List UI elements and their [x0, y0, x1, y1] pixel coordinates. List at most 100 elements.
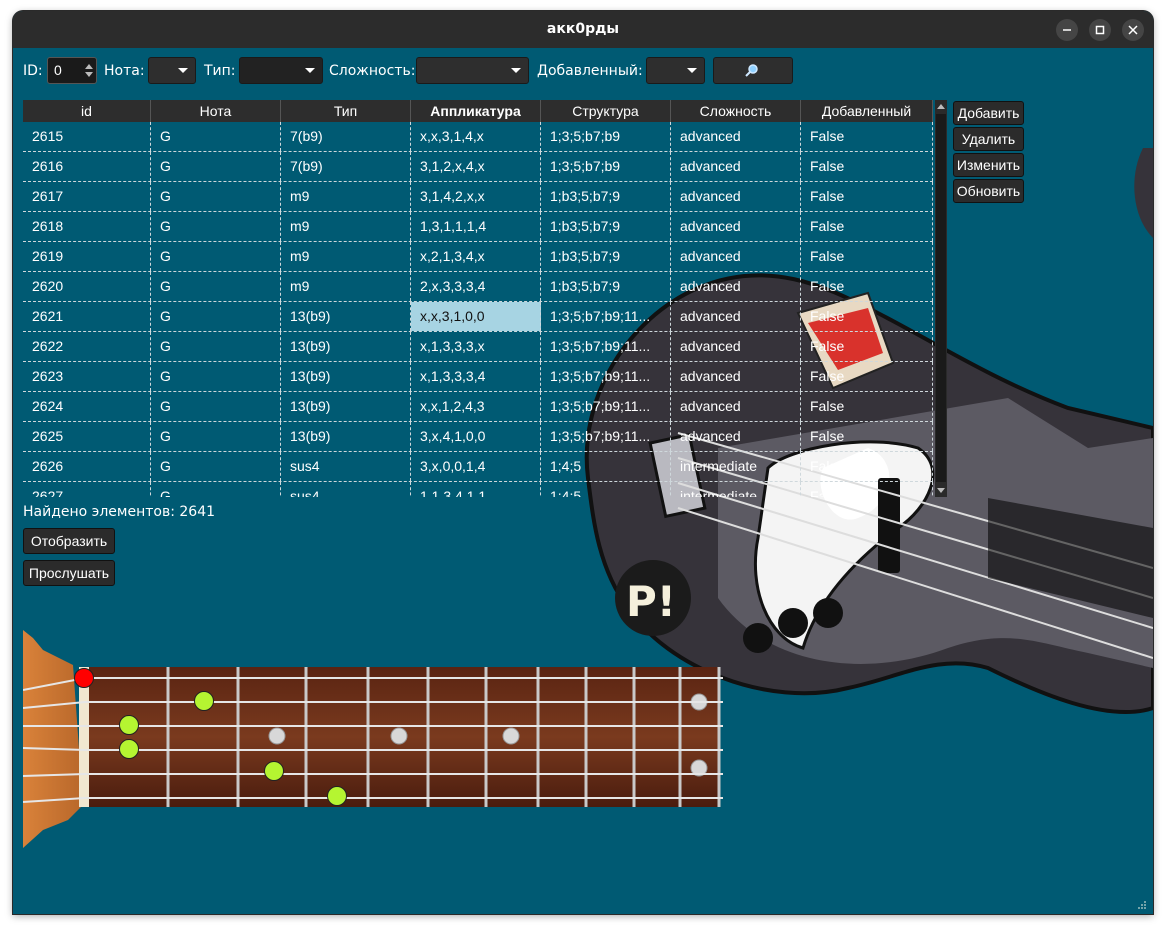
cell-added[interactable]: False	[801, 452, 933, 481]
cell-fingering[interactable]: x,x,3,1,0,0	[411, 302, 541, 331]
delete-button[interactable]: Удалить	[953, 127, 1024, 151]
cell-type[interactable]: m9	[281, 242, 411, 271]
cell-note[interactable]: G	[151, 242, 281, 271]
cell-type[interactable]: 13(b9)	[281, 392, 411, 421]
cell-fingering[interactable]: 3,1,4,2,x,x	[411, 182, 541, 211]
cell-structure[interactable]: 1;b3;5;b7;9	[541, 212, 671, 241]
scrollbar-thumb[interactable]	[936, 114, 946, 482]
cell-id[interactable]: 2626	[23, 452, 151, 481]
cell-fingering[interactable]: x,2,1,3,4,x	[411, 242, 541, 271]
cell-note[interactable]: G	[151, 362, 281, 391]
cell-type[interactable]: 13(b9)	[281, 362, 411, 391]
cell-note[interactable]: G	[151, 452, 281, 481]
cell-structure[interactable]: 1;3;5;b7;b9	[541, 152, 671, 181]
table-row[interactable]: 2620 Gm9 2,x,3,3,3,4 1;b3;5;b7;9 advanced Fal…	[23, 272, 933, 302]
column-header-difficulty[interactable]: Сложность	[671, 100, 801, 122]
cell-difficulty[interactable]: advanced	[671, 242, 801, 271]
cell-added[interactable]: False	[801, 212, 933, 241]
cell-type[interactable]: sus4	[281, 452, 411, 481]
cell-id[interactable]: 2618	[23, 212, 151, 241]
cell-added[interactable]: False	[801, 302, 933, 331]
table-row[interactable]: 2624 G 13(b9) x,x,1,2,4,3 1;3;5;b7;b9;11... a…	[23, 392, 933, 422]
column-header-type[interactable]: Тип	[281, 100, 411, 122]
cell-difficulty[interactable]: intermediate	[671, 482, 801, 497]
table-row[interactable]: 2623 G 13(b9) x,1,3,3,3,4 1;3;5;b7;b9;11... a…	[23, 362, 933, 392]
table-row[interactable]: 2621 G 13(b9) x,x,3,1,0,0 1;3;5;b7;b9;11... a…	[23, 302, 933, 332]
note-combobox[interactable]	[148, 57, 196, 84]
cell-added[interactable]: False	[801, 182, 933, 211]
cell-type[interactable]: 13(b9)	[281, 302, 411, 331]
cell-fingering[interactable]: x,1,3,3,3,4	[411, 362, 541, 391]
cell-id[interactable]: 2624	[23, 392, 151, 421]
spin-down-icon[interactable]	[85, 72, 93, 77]
cell-added[interactable]: False	[801, 482, 933, 497]
cell-id[interactable]: 2616	[23, 152, 151, 181]
cell-added[interactable]: False	[801, 122, 933, 151]
minimize-button[interactable]	[1056, 19, 1078, 41]
cell-structure[interactable]: 1;3;5;b7;b9;11...	[541, 332, 671, 361]
cell-difficulty[interactable]: advanced	[671, 152, 801, 181]
cell-id[interactable]: 2625	[23, 422, 151, 451]
fretboard[interactable]	[23, 630, 723, 848]
table-row[interactable]: 2618 Gm9 1,3,1,1,1,4 1;b3;5;b7;9 advanced Fal…	[23, 212, 933, 242]
cell-type[interactable]: m9	[281, 212, 411, 241]
resize-grip-icon[interactable]	[1137, 900, 1147, 910]
cell-fingering[interactable]: x,x,1,2,4,3	[411, 392, 541, 421]
title-bar[interactable]: акк0рды	[13, 11, 1153, 48]
column-header-fingering[interactable]: Аппликатура	[411, 100, 541, 122]
cell-difficulty[interactable]: advanced	[671, 332, 801, 361]
cell-difficulty[interactable]: advanced	[671, 272, 801, 301]
edit-button[interactable]: Изменить	[953, 153, 1024, 177]
cell-note[interactable]: G	[151, 152, 281, 181]
search-button[interactable]	[713, 57, 793, 84]
listen-button[interactable]: Прослушать	[23, 560, 115, 586]
cell-structure[interactable]: 1;3;5;b7;b9	[541, 122, 671, 151]
cell-fingering[interactable]: 3,x,0,0,1,4	[411, 452, 541, 481]
cell-added[interactable]: False	[801, 392, 933, 421]
cell-note[interactable]: G	[151, 392, 281, 421]
cell-fingering[interactable]: 3,x,4,1,0,0	[411, 422, 541, 451]
table-row[interactable]: 2625 G 13(b9) 3,x,4,1,0,0 1;3;5;b7;b9;11... a…	[23, 422, 933, 452]
show-button[interactable]: Отобразить	[23, 528, 115, 554]
cell-difficulty[interactable]: advanced	[671, 302, 801, 331]
added-combobox[interactable]	[646, 57, 705, 84]
table-row[interactable]: 2617 Gm9 3,1,4,2,x,x 1;b3;5;b7;9 advanced Fal…	[23, 182, 933, 212]
id-spinbox[interactable]: 0	[47, 57, 97, 84]
cell-fingering[interactable]: 2,x,3,3,3,4	[411, 272, 541, 301]
cell-id[interactable]: 2627	[23, 482, 151, 497]
cell-structure[interactable]: 1;b3;5;b7;9	[541, 242, 671, 271]
cell-type[interactable]: sus4	[281, 482, 411, 497]
cell-type[interactable]: m9	[281, 272, 411, 301]
cell-note[interactable]: G	[151, 302, 281, 331]
column-header-added[interactable]: Добавленный	[801, 100, 933, 122]
cell-fingering[interactable]: x,x,3,1,4,x	[411, 122, 541, 151]
table-row[interactable]: 2616 G 7(b9) 3,1,2,x,4,x 1;3;5;b7;b9 advanced…	[23, 152, 933, 182]
cell-id[interactable]: 2622	[23, 332, 151, 361]
table-row[interactable]: 2615 G 7(b9) x,x,3,1,4,x 1;3;5;b7;b9 advanced…	[23, 122, 933, 152]
scroll-up-icon[interactable]	[937, 104, 945, 109]
cell-note[interactable]: G	[151, 482, 281, 497]
close-button[interactable]	[1122, 19, 1144, 41]
cell-structure[interactable]: 1;4;5	[541, 482, 671, 497]
table-scrollbar[interactable]	[935, 100, 947, 497]
spin-up-icon[interactable]	[85, 64, 93, 69]
difficulty-combobox[interactable]	[416, 57, 529, 84]
cell-fingering[interactable]: 1,1,3,4,1,1	[411, 482, 541, 497]
cell-note[interactable]: G	[151, 272, 281, 301]
column-header-structure[interactable]: Структура	[541, 100, 671, 122]
cell-difficulty[interactable]: advanced	[671, 392, 801, 421]
cell-type[interactable]: 13(b9)	[281, 332, 411, 361]
cell-note[interactable]: G	[151, 182, 281, 211]
table-row[interactable]: 2619 Gm9 x,2,1,3,4,x 1;b3;5;b7;9 advanced Fal…	[23, 242, 933, 272]
maximize-button[interactable]	[1089, 19, 1111, 41]
cell-added[interactable]: False	[801, 152, 933, 181]
cell-id[interactable]: 2619	[23, 242, 151, 271]
cell-type[interactable]: 7(b9)	[281, 152, 411, 181]
cell-fingering[interactable]: 1,3,1,1,1,4	[411, 212, 541, 241]
cell-fingering[interactable]: 3,1,2,x,4,x	[411, 152, 541, 181]
refresh-button[interactable]: Обновить	[953, 179, 1024, 203]
cell-difficulty[interactable]: advanced	[671, 122, 801, 151]
table-row[interactable]: 2626 Gsus4 3,x,0,0,1,4 1;4;5 intermediate Fal…	[23, 452, 933, 482]
cell-fingering[interactable]: x,1,3,3,3,x	[411, 332, 541, 361]
cell-type[interactable]: 7(b9)	[281, 122, 411, 151]
